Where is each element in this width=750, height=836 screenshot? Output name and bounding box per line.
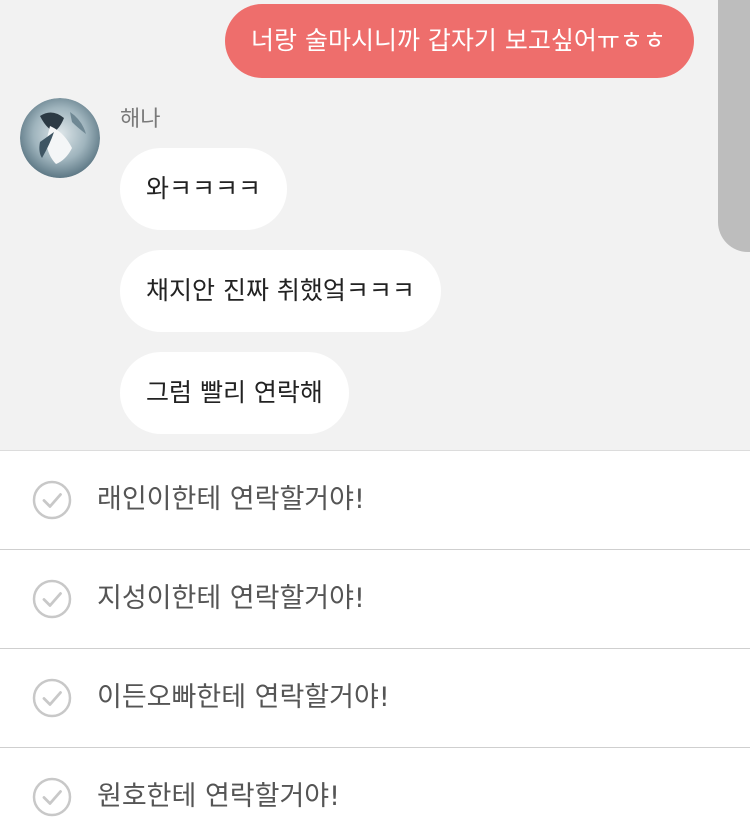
received-message-bubble: 와ㅋㅋㅋㅋ (120, 148, 288, 230)
choice-label: 지성이한테 연락할거야! (97, 583, 365, 614)
received-message-bubble: 그럼 빨리 연락해 (120, 352, 349, 434)
check-circle-icon (32, 579, 72, 619)
avatar[interactable] (20, 98, 100, 178)
check-circle-icon (32, 480, 72, 520)
chat-area[interactable]: 너랑 술마시니까 갑자기 보고싶어ㅠㅎㅎ 해나 와ㅋㅋㅋㅋ 채지안 진짜 취했엌… (0, 0, 750, 450)
choice-option-2[interactable]: 지성이한테 연락할거야! (0, 550, 750, 649)
sender-name: 해나 (120, 107, 161, 132)
check-circle-icon (32, 777, 72, 817)
choice-label: 래인이한테 연락할거야! (97, 484, 365, 515)
choice-list: 래인이한테 연락할거야! 지성이한테 연락할거야! 이든오빠한테 연락할거야! … (0, 450, 750, 836)
choice-label: 이든오빠한테 연락할거야! (97, 682, 390, 713)
choice-option-1[interactable]: 래인이한테 연락할거야! (0, 451, 750, 550)
scrollbar-thumb[interactable] (718, 0, 750, 252)
choice-option-3[interactable]: 이든오빠한테 연락할거야! (0, 649, 750, 748)
sent-message-bubble: 너랑 술마시니까 갑자기 보고싶어ㅠㅎㅎ (225, 4, 694, 78)
received-message-bubble: 채지안 진짜 취했엌ㅋㅋㅋ (120, 250, 441, 332)
choice-label: 원호한테 연락할거야! (97, 781, 340, 812)
chat-screen: 너랑 술마시니까 갑자기 보고싶어ㅠㅎㅎ 해나 와ㅋㅋㅋㅋ 채지안 진짜 취했엌… (0, 0, 750, 836)
check-circle-icon (32, 678, 72, 718)
choice-option-4[interactable]: 원호한테 연락할거야! (0, 748, 750, 836)
